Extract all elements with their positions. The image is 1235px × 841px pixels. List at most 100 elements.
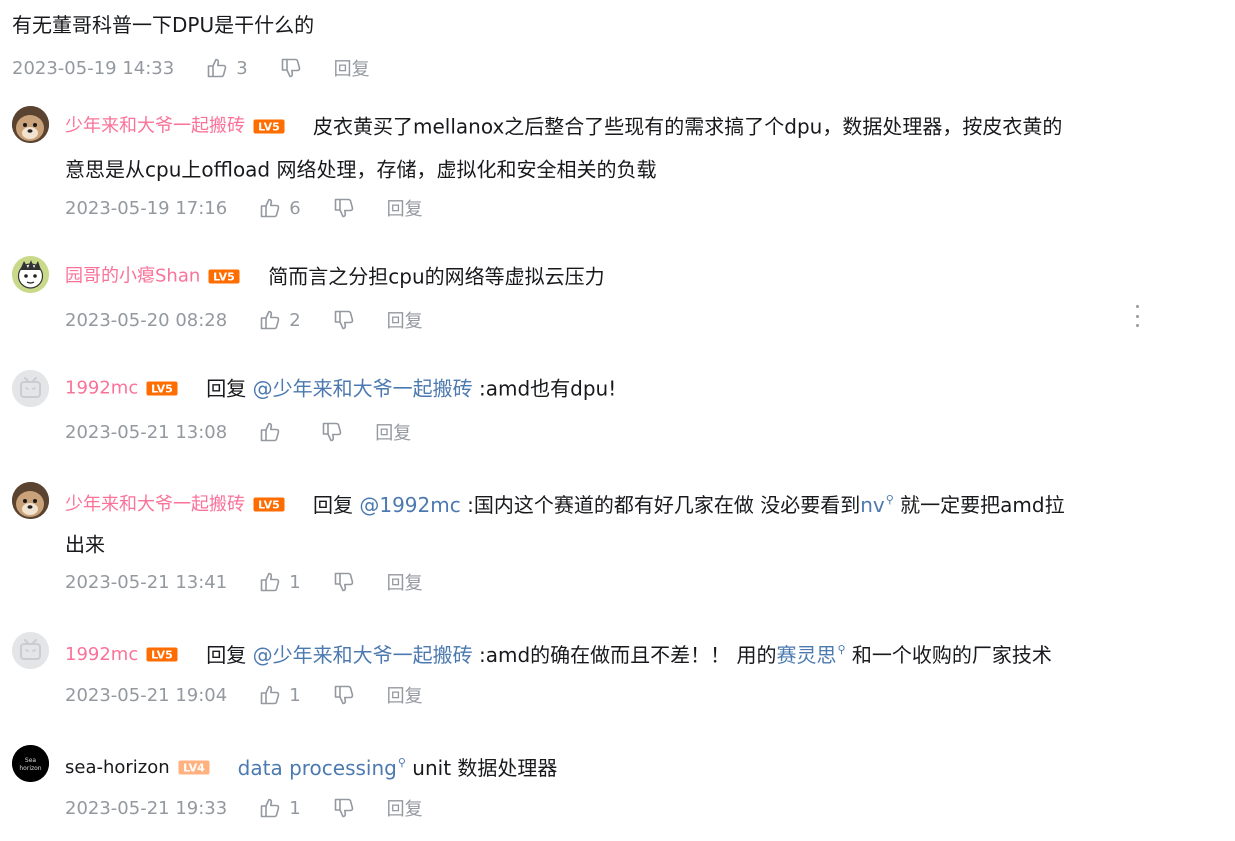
- main-comment-text: 有无董哥科普一下DPU是干什么的: [12, 13, 315, 37]
- more-vertical-icon[interactable]: [1130, 305, 1144, 327]
- dislike-button[interactable]: [333, 684, 355, 706]
- comment-time: 2023-05-20 08:28: [65, 309, 228, 331]
- reply-button[interactable]: 回复: [387, 307, 423, 333]
- username[interactable]: 少年来和大爷一起搬砖: [65, 494, 245, 515]
- thumbs-up-icon: [260, 685, 280, 705]
- username[interactable]: 少年来和大爷一起搬砖: [65, 116, 245, 137]
- avatar[interactable]: [12, 370, 49, 407]
- search-icon: ⚲: [397, 756, 406, 769]
- thumbs-up-icon: [260, 310, 280, 330]
- svg-text:LV5: LV5: [151, 649, 173, 662]
- reply-button[interactable]: 回复: [334, 55, 370, 81]
- svg-text:horizon: horizon: [19, 765, 41, 772]
- reply-text: unit 数据处理器: [405, 756, 558, 781]
- thumbs-down-icon: [334, 572, 353, 592]
- like-button[interactable]: 6: [259, 197, 301, 219]
- reply-text: :国内这个赛道的都有好几家在做 没必要看到: [460, 493, 861, 518]
- keyword-link[interactable]: nv: [860, 493, 885, 517]
- reply-text: :amd也有dpu!: [472, 376, 617, 401]
- thumbs-up-icon: [260, 422, 280, 442]
- keyword-link[interactable]: 赛灵思: [777, 643, 837, 667]
- reply-content-line: 出来: [65, 522, 105, 566]
- default-tv-avatar-icon: [12, 632, 49, 669]
- reply-text: 简而言之分担cpu的网络等虚拟云压力: [268, 264, 605, 289]
- level-badge-icon: LV5: [208, 256, 240, 298]
- search-icon: ⚲: [837, 643, 846, 656]
- reply-content-line: 少年来和大爷一起搬砖 LV5 皮衣黄买了mellanox之后整合了些现有的需求搞了个…: [65, 104, 1062, 148]
- comment-time: 2023-05-21 13:08: [65, 421, 228, 443]
- level-badge-icon: LV5: [146, 368, 178, 410]
- mention-link[interactable]: @少年来和大爷一起搬砖: [253, 643, 473, 667]
- svg-text:LV5: LV5: [258, 120, 280, 133]
- comment-time: 2023-05-21 13:41: [65, 571, 228, 593]
- like-button[interactable]: 1: [259, 571, 301, 593]
- reply-button[interactable]: 回复: [387, 569, 423, 595]
- avatar[interactable]: Sea horizon: [12, 745, 49, 782]
- like-button[interactable]: 3: [206, 57, 248, 79]
- like-count: 2: [289, 309, 301, 331]
- reply-prefix: 回复: [313, 493, 360, 518]
- comment-time: 2023-05-19 17:16: [65, 197, 228, 219]
- thumbs-up-icon: [207, 58, 227, 78]
- avatar[interactable]: [12, 106, 49, 143]
- like-button[interactable]: 2: [259, 309, 301, 331]
- svg-text:LV5: LV5: [258, 499, 280, 512]
- reply-content-line: sea-horizon LV4 data processing⚲ unit 数据处理…: [65, 742, 557, 789]
- username[interactable]: 园哥的小瘪Shan: [65, 266, 200, 287]
- username[interactable]: 1992mc: [65, 378, 138, 399]
- dislike-button[interactable]: [333, 197, 355, 219]
- username[interactable]: sea-horizon: [65, 757, 170, 778]
- reply-info: 2023-05-21 19:04 1 回复: [65, 682, 423, 708]
- mention-link[interactable]: @1992mc: [359, 493, 460, 517]
- reply-button[interactable]: 回复: [387, 682, 423, 708]
- dog-avatar-icon: [12, 106, 49, 143]
- svg-text:Sea: Sea: [25, 757, 37, 764]
- mention-link[interactable]: @少年来和大爷一起搬砖: [253, 377, 473, 401]
- dislike-button[interactable]: [280, 57, 302, 79]
- thumbs-up-icon: [260, 572, 280, 592]
- svg-text:LV5: LV5: [213, 270, 235, 283]
- reply-content-line: 少年来和大爷一起搬砖 LV5 回复 @1992mc :国内这个赛道的都有好几家在做 …: [65, 479, 1065, 526]
- svg-text:LV5: LV5: [151, 382, 173, 395]
- reply-text: 和一个收购的厂家技术: [845, 643, 1052, 668]
- reply-text: 意思是从cpu上offload 网络处理，存储，虚拟化和安全相关的负载: [65, 157, 657, 182]
- cartoon-avatar-icon: [12, 256, 49, 293]
- dislike-button[interactable]: [321, 421, 343, 443]
- dog-avatar-icon: [12, 482, 49, 519]
- avatar[interactable]: [12, 256, 49, 293]
- main-comment-info: 2023-05-19 14:33 3 回复: [12, 55, 370, 81]
- thumbs-down-icon: [334, 685, 353, 705]
- reply-info: 2023-05-21 13:08 回复: [65, 419, 411, 445]
- reply-button[interactable]: 回复: [387, 195, 423, 221]
- like-button[interactable]: [259, 421, 289, 443]
- sea-horizon-avatar-icon: Sea horizon: [12, 745, 49, 782]
- username[interactable]: 1992mc: [65, 644, 138, 665]
- reply-text: :amd的确在做而且不差！！ 用的: [472, 643, 777, 668]
- thumbs-up-icon: [260, 198, 280, 218]
- like-count: 6: [289, 197, 301, 219]
- thumbs-down-icon: [334, 798, 353, 818]
- level-badge-icon: LV5: [253, 106, 285, 148]
- comment-time: 2023-05-19 14:33: [12, 57, 175, 79]
- like-count: 1: [289, 684, 301, 706]
- keyword-link[interactable]: data processing: [238, 756, 397, 780]
- reply-button[interactable]: 回复: [375, 419, 411, 445]
- like-button[interactable]: 1: [259, 797, 301, 819]
- reply-prefix: 回复: [206, 643, 253, 668]
- like-button[interactable]: 1: [259, 684, 301, 706]
- dislike-button[interactable]: [333, 571, 355, 593]
- reply-info: 2023-05-21 13:41 1 回复: [65, 569, 423, 595]
- avatar[interactable]: [12, 482, 49, 519]
- thumbs-down-icon: [334, 310, 353, 330]
- reply-content-line: 1992mc LV5 回复 @少年来和大爷一起搬砖 :amd也有dpu!: [65, 366, 616, 410]
- reply-button[interactable]: 回复: [387, 795, 423, 821]
- reply-content-line: 园哥的小瘪Shan LV5 简而言之分担cpu的网络等虚拟云压力: [65, 254, 605, 298]
- dislike-button[interactable]: [333, 797, 355, 819]
- reply-text: 就一定要把amd拉: [893, 493, 1065, 518]
- level-badge-icon: LV4: [178, 747, 210, 789]
- dislike-button[interactable]: [333, 309, 355, 331]
- svg-text:LV4: LV4: [183, 762, 205, 775]
- reply-text: 皮衣黄买了mellanox之后整合了些现有的需求搞了个dpu，数据处理器，按皮衣…: [313, 114, 1063, 139]
- reply-info: 2023-05-20 08:28 2 回复: [65, 307, 423, 333]
- avatar[interactable]: [12, 632, 49, 669]
